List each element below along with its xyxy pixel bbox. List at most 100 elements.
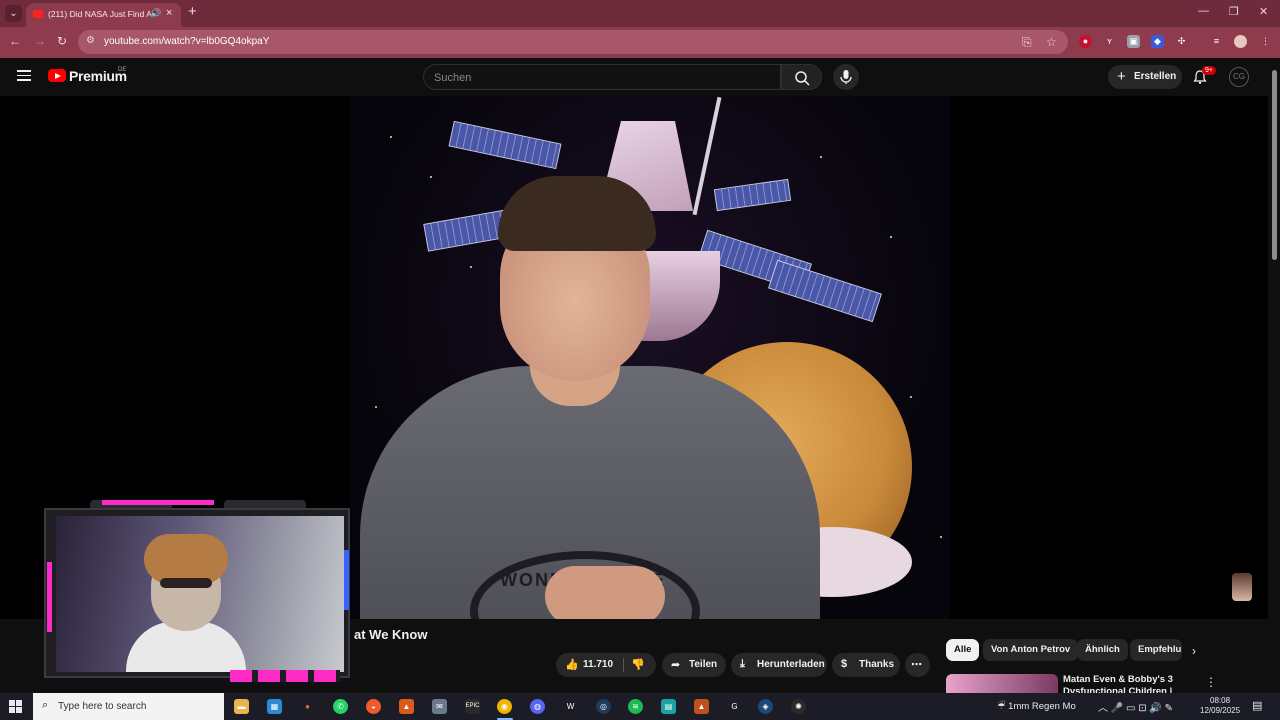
presenter: WONDERSCAPE <box>350 96 950 619</box>
profile-avatar-icon[interactable] <box>1234 35 1247 48</box>
webcam-person-hair <box>144 534 228 584</box>
extension-icon[interactable]: ʏ <box>1103 35 1116 48</box>
presenter-hair <box>498 176 656 251</box>
chip-all[interactable]: Alle <box>946 639 980 661</box>
minimize-icon[interactable]: — <box>1198 5 1209 17</box>
search-input[interactable] <box>434 69 754 87</box>
like-dislike-group: 👍 11.710 👎 <box>556 653 656 677</box>
ghub-icon[interactable]: G <box>727 699 742 714</box>
chip-channel[interactable]: Von Anton Petrov <box>983 639 1079 661</box>
dislike-icon[interactable]: 👎 <box>631 658 645 671</box>
store-icon[interactable]: ▦ <box>267 699 282 714</box>
epic-games-icon[interactable]: EPIC <box>465 699 480 714</box>
presenter-hands <box>545 566 665 619</box>
share-button[interactable]: ➦ Teilen <box>662 653 726 677</box>
url-text: youtube.com/watch?v=lb0GQ4okpaY <box>104 36 270 47</box>
video-title: at We Know <box>354 627 428 642</box>
vpn-icon[interactable]: ◎ <box>596 699 611 714</box>
site-info-icon[interactable]: ⚙ <box>86 35 95 46</box>
search-box[interactable] <box>423 64 781 90</box>
more-actions-button[interactable]: ⋯ <box>905 653 930 677</box>
reload-icon[interactable]: ↻ <box>57 34 67 48</box>
notification-center-icon[interactable]: ▤ <box>1252 699 1262 712</box>
close-window-icon[interactable]: ✕ <box>1259 5 1268 18</box>
bookmark-star-icon[interactable]: ☆ <box>1046 35 1057 49</box>
steam-icon[interactable]: ◈ <box>758 699 773 714</box>
address-bar[interactable]: ⚙ youtube.com/watch?v=lb0GQ4okpaY ⎘ ☆ <box>78 30 1068 54</box>
close-tab-icon[interactable]: × <box>166 7 172 19</box>
tab-list-button[interactable]: ⌄ <box>5 5 22 22</box>
youtube-favicon-icon <box>33 10 43 18</box>
notifications-badge: 9+ <box>1202 66 1216 75</box>
account-avatar[interactable]: CG <box>1229 67 1249 87</box>
like-count[interactable]: 11.710 <box>583 659 613 670</box>
share-icon: ➦ <box>671 659 681 671</box>
file-explorer-icon[interactable]: ▬ <box>234 699 249 714</box>
windows-start-icon[interactable] <box>9 700 22 713</box>
create-label: Erstellen <box>1134 71 1177 82</box>
chip-recommended[interactable]: Empfehlu <box>1130 639 1182 661</box>
brave-icon[interactable]: ◒ <box>366 699 381 714</box>
webcam-person-glasses <box>160 578 212 588</box>
chevron-right-icon[interactable]: › <box>1192 644 1196 658</box>
extension-icon[interactable]: ◆ <box>1151 35 1164 48</box>
taskbar-search-placeholder: Type here to search <box>58 701 147 712</box>
country-code: DE <box>118 67 127 73</box>
more-vertical-icon[interactable]: ⋮ <box>1205 675 1217 689</box>
create-button[interactable]: + Erstellen <box>1108 65 1182 89</box>
brave-nightly-icon[interactable]: ▲ <box>694 699 709 714</box>
download-button[interactable]: ⤓ Herunterladen <box>731 653 827 677</box>
mail-icon[interactable]: ✉ <box>432 699 447 714</box>
speaker-icon[interactable]: 🔊 <box>150 8 161 19</box>
firefox-icon[interactable]: ● <box>300 699 315 714</box>
back-icon[interactable]: ← <box>9 34 21 48</box>
recommendation-thumbnail[interactable] <box>946 674 1058 694</box>
overlay-accent <box>230 670 340 682</box>
chip-similar[interactable]: Ähnlich <box>1077 639 1128 661</box>
hamburger-menu-icon[interactable] <box>17 70 31 81</box>
more-horizontal-icon: ⋯ <box>911 659 922 671</box>
share-label: Teilen <box>689 659 718 670</box>
forward-icon[interactable]: → <box>34 34 46 48</box>
new-tab-button[interactable]: + <box>188 3 197 20</box>
install-app-icon[interactable]: ⎘ <box>1022 35 1032 50</box>
tab-title: (211) Did NASA Just Find A <box>48 9 152 19</box>
youtube-logo-icon[interactable] <box>48 69 66 82</box>
chatgpt-icon[interactable]: ✺ <box>791 699 806 714</box>
browser-menu-icon[interactable]: ⋮ <box>1259 35 1272 48</box>
extensions-puzzle-icon[interactable]: ✣ <box>1175 35 1188 48</box>
active-tab[interactable]: (211) Did NASA Just Find A 🔊 × <box>26 3 181 27</box>
voice-search-button[interactable] <box>833 64 859 90</box>
channel-watermark-avatar[interactable] <box>1232 573 1252 601</box>
like-divider <box>623 658 624 672</box>
scrollbar-thumb[interactable] <box>1272 70 1277 260</box>
whatsapp-icon[interactable]: ✆ <box>333 699 348 714</box>
overlay-accent <box>344 550 349 610</box>
overlay-decoration <box>224 500 306 508</box>
webcam-overlay <box>44 500 354 690</box>
recommendation-title[interactable]: Matan Even & Bobby's 3 Dysfunctional Chi… <box>1063 674 1198 693</box>
restore-icon[interactable]: ❐ <box>1229 5 1239 18</box>
page-scrollbar[interactable] <box>1268 58 1280 693</box>
spotify-icon[interactable]: ≋ <box>628 699 643 714</box>
extension-icon[interactable]: ▣ <box>1127 35 1140 48</box>
weather-widget[interactable]: ☔ 1mm Regen Mo <box>997 701 1076 712</box>
like-icon[interactable]: 👍 <box>565 658 579 671</box>
overlay-accent <box>47 562 52 632</box>
taskbar-clock[interactable]: 08:08 12/09/2025 <box>1200 696 1240 716</box>
reading-list-icon[interactable]: ≡ <box>1210 35 1223 48</box>
plus-icon: + <box>1117 68 1126 85</box>
chrome-icon[interactable]: ◉ <box>497 699 512 714</box>
system-tray[interactable]: ︿ 🎤 ▭ ⊡ 🔊 ✎ <box>1098 699 1173 714</box>
overlay-frame <box>44 508 350 678</box>
search-button[interactable] <box>781 64 822 90</box>
obs-icon[interactable]: ▤ <box>661 699 676 714</box>
wacom-icon[interactable]: W <box>563 699 578 714</box>
thanks-button[interactable]: $ Thanks <box>832 653 900 677</box>
discord-icon[interactable]: ◍ <box>530 699 545 714</box>
download-icon: ⤓ <box>740 658 745 670</box>
webcam-feed <box>56 516 344 672</box>
extension-icon[interactable]: ● <box>1079 35 1092 48</box>
taskbar-search[interactable]: ⌕ Type here to search <box>33 693 224 720</box>
brave-beta-icon[interactable]: ▲ <box>399 699 414 714</box>
